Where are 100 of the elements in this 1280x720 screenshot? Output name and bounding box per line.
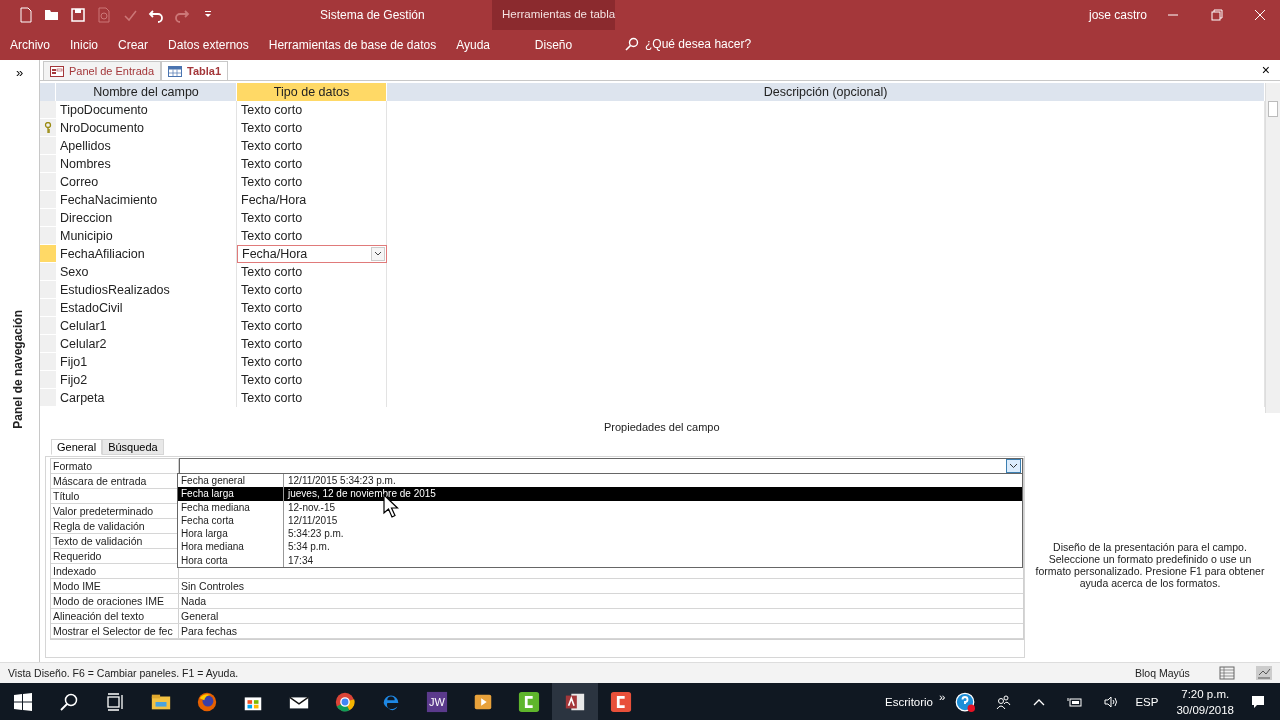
field-name-cell[interactable]: EstudiosRealizados (56, 281, 237, 299)
property-label: Modo IME (51, 579, 179, 593)
field-name-cell[interactable]: NroDocumento (56, 119, 237, 137)
format-option[interactable]: Fecha larga jueves, 12 de noviembre de 2015 (178, 487, 1022, 501)
field-name-cell[interactable]: Fijo2 (56, 371, 237, 389)
ribbon-tab[interactable]: Datos externos (158, 30, 259, 60)
close-icon[interactable] (1254, 9, 1266, 21)
field-name-cell[interactable]: FechaAfiliacion (56, 245, 237, 263)
start-icon[interactable] (12, 690, 34, 713)
data-type-cell[interactable]: Texto corto (237, 209, 387, 227)
taskbar-app-button[interactable] (552, 683, 598, 720)
column-header: Tipo de datos (237, 83, 387, 101)
property-value[interactable]: Sin Controles (181, 580, 245, 592)
data-type-cell[interactable]: Texto corto (237, 263, 387, 281)
ribbon-tab[interactable]: Archivo (0, 30, 60, 60)
expand-pane-button[interactable]: » (9, 64, 30, 81)
datasheet-view-icon[interactable] (1219, 666, 1235, 680)
field-name-cell[interactable]: Carpeta (56, 389, 237, 407)
task-view-icon[interactable] (104, 690, 126, 713)
help-text: Diseño de la presentación para el campo. Seleccione un formato predefinido o use un formato personalizado. Presione F1 para obtener ayuda acerca de los formatos. (1035, 541, 1265, 589)
format-option[interactable]: Hora corta 17:34 (178, 553, 1022, 568)
format-option[interactable]: Hora larga 5:34:23 p.m. (178, 527, 1022, 541)
field-name-cell[interactable]: Fijo1 (56, 353, 237, 371)
field-name-cell[interactable]: Celular1 (56, 317, 237, 335)
help-alert-icon[interactable] (955, 691, 976, 712)
property-value[interactable]: Para fechas (181, 625, 238, 637)
key-icon (44, 121, 52, 134)
section-title: Propiedades del campo (604, 421, 720, 433)
column-header: Nombre del campo (56, 83, 237, 101)
column-header: Descripción (opcional) (387, 83, 1265, 101)
property-label: Alineación del texto (51, 609, 179, 623)
field-name-cell[interactable]: EstadoCivil (56, 299, 237, 317)
format-option[interactable]: Fecha corta 12/11/2015 (178, 513, 1022, 528)
user-name[interactable]: jose castro (1089, 8, 1148, 22)
data-type-cell[interactable]: Texto corto (237, 335, 387, 353)
scrollbar-thumb[interactable] (1268, 101, 1278, 117)
data-type-cell[interactable]: Texto corto (237, 371, 387, 389)
field-name-cell[interactable]: Municipio (56, 227, 237, 245)
data-type-cell[interactable]: Texto corto (237, 227, 387, 245)
row-selector[interactable] (40, 119, 56, 137)
people-icon[interactable] (995, 693, 1012, 710)
form-icon (50, 65, 64, 77)
open-folder-icon[interactable] (44, 7, 60, 23)
taskbar-app-button[interactable]: JW (414, 683, 460, 720)
design-view-icon[interactable] (1256, 666, 1272, 680)
close-document-button[interactable]: × (1255, 61, 1276, 79)
field-name-cell[interactable]: Sexo (56, 263, 237, 281)
search-icon (625, 37, 639, 51)
format-option[interactable]: Hora mediana 5:34 p.m. (178, 540, 1022, 554)
navigation-pane-title[interactable]: Panel de navegación (11, 310, 25, 429)
field-name-cell[interactable]: Nombres (56, 155, 237, 173)
ribbon-tab[interactable]: Inicio (60, 30, 109, 60)
toolbar-expand-button[interactable]: » (939, 690, 946, 703)
property-value[interactable]: General (181, 610, 219, 622)
field-name-cell[interactable]: Apellidos (56, 137, 237, 155)
desktop-toolbar-label[interactable]: Escritorio (885, 695, 933, 708)
data-type-cell[interactable]: Fecha/Hora (237, 245, 387, 263)
data-type-cell[interactable]: Texto corto (237, 281, 387, 299)
context-group-label: Herramientas de tabla (502, 8, 616, 20)
browser-icon (334, 690, 356, 713)
status-text: Vista Diseño. F6 = Cambiar paneles. F1 = Ayuda. (8, 667, 239, 679)
language-indicator[interactable]: ESP (1135, 695, 1159, 708)
format-option[interactable]: Fecha mediana 12-nov.-15 (178, 500, 1022, 514)
data-type-cell[interactable]: Fecha/Hora (237, 191, 387, 209)
table-icon (168, 65, 182, 77)
field-name-cell[interactable]: Celular2 (56, 335, 237, 353)
ribbon-tab[interactable]: Herramientas de base de datos (258, 30, 447, 60)
field-name-cell[interactable]: Correo (56, 173, 237, 191)
field-name-cell[interactable]: TipoDocumento (56, 101, 237, 119)
property-value[interactable]: Nada (181, 595, 207, 607)
new-file-icon[interactable] (18, 7, 34, 23)
data-type-cell[interactable]: Texto corto (237, 101, 387, 119)
data-type-cell[interactable]: Texto corto (237, 353, 387, 371)
window-title: Sistema de Gestión (320, 8, 425, 22)
save-icon[interactable] (70, 7, 86, 23)
tell-me-field[interactable]: ¿Qué desea hacer? (645, 37, 752, 51)
undo-icon[interactable] (148, 7, 164, 23)
property-tab[interactable]: General (51, 439, 103, 455)
clock[interactable]: 7:20 p.m. 30/09/2018 (1176, 685, 1234, 718)
data-type-cell[interactable]: Texto corto (237, 119, 387, 137)
data-type-cell[interactable]: Texto corto (237, 155, 387, 173)
ribbon-tab[interactable]: Crear (108, 30, 159, 60)
notifications-icon[interactable] (1250, 693, 1266, 710)
field-name-cell[interactable]: FechaNacimiento (56, 191, 237, 209)
restore-icon[interactable] (1211, 9, 1223, 21)
data-type-cell[interactable]: Texto corto (237, 389, 387, 407)
data-type-cell[interactable]: Texto corto (237, 317, 387, 335)
document-tab[interactable]: Tabla1 (161, 61, 229, 80)
app-icon (426, 690, 448, 713)
field-name-cell[interactable]: Direccion (56, 209, 237, 227)
format-field[interactable] (179, 458, 1023, 474)
data-type-cell[interactable]: Texto corto (237, 137, 387, 155)
data-type-cell[interactable]: Texto corto (237, 299, 387, 317)
property-label: Mostrar el Selector de fec (51, 624, 179, 638)
property-label: Modo de oraciones IME (51, 594, 179, 608)
document-tab[interactable]: Panel de Entrada (43, 61, 161, 80)
browser-icon (196, 690, 218, 713)
data-type-cell[interactable]: Texto corto (237, 173, 387, 191)
app-icon (610, 690, 632, 713)
property-tab[interactable]: Búsqueda (102, 439, 164, 455)
